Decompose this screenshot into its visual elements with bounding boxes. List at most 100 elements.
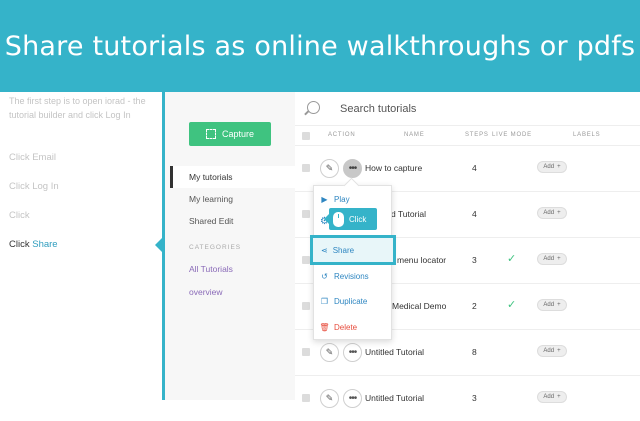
tutorial-steps: 3 [472,393,477,403]
pencil-icon: ✎ [325,347,334,357]
more-options-button[interactable]: ••• [343,343,362,362]
row-checkbox[interactable] [302,302,310,310]
sidebar-item-my-tutorials[interactable]: My tutorials [170,166,295,188]
click-tooltip: Click [324,208,377,230]
plus-icon: + [557,256,561,262]
ellipsis-icon: ••• [348,162,357,174]
add-label-text: Add [543,348,555,354]
add-label-button[interactable]: Add + [537,207,567,219]
edit-button[interactable]: ✎ [320,159,339,178]
add-label-button[interactable]: Add + [537,391,567,403]
plus-icon: + [557,164,561,170]
tutorial-name[interactable]: Untitled Tutorial [365,347,424,357]
table-row: ✎ ••• Untitled Tutorial 3 Add + [295,375,640,421]
capture-icon [205,129,216,139]
column-header-steps: STEPS [465,132,489,138]
add-label-button[interactable]: Add + [537,299,567,311]
column-header-live-mode: LIVE MODE [492,132,532,138]
promo-banner: Share tutorials as online walkthroughs o… [0,0,640,92]
plus-icon: + [557,348,561,354]
menu-item-play[interactable]: ▶ Play [320,191,350,207]
menu-item-delete[interactable]: 🗑 Delete [319,319,358,335]
menu-item-share[interactable]: ⋖ Share [310,235,396,265]
edit-button[interactable]: ✎ [320,389,339,408]
tutorial-name[interactable]: d Tutorial [391,209,426,219]
add-label-text: Add [543,394,555,400]
instruction-step-email[interactable]: Click Email [9,152,56,163]
instruction-step-click[interactable]: Click [9,210,30,221]
add-label-text: Add [543,164,555,170]
tutorial-steps: 8 [472,347,477,357]
search-input[interactable] [340,100,620,118]
ellipsis-icon: ••• [348,392,357,404]
menu-item-play-label: Play [334,194,350,204]
add-label-button[interactable]: Add + [537,345,567,357]
tutorial-steps: 4 [472,163,477,173]
sidebar-item-shared-edit[interactable]: Shared Edit [170,210,295,232]
tutorial-steps: 3 [472,255,477,265]
plus-icon: + [557,302,561,308]
sidebar: Capture My tutorials My learning Shared … [165,92,295,400]
tutorial-steps: 2 [472,301,477,311]
column-header-action: ACTION [328,132,356,138]
add-label-button[interactable]: Add + [537,161,567,173]
instruction-step-highlight: Share [32,239,58,250]
live-mode-check-icon: ✓ [507,299,517,311]
instruction-step-login[interactable]: Click Log In [9,181,59,192]
row-checkbox[interactable] [302,210,310,218]
click-tooltip-label: Click [349,214,367,224]
more-options-button[interactable]: ••• [343,159,362,178]
add-label-text: Add [543,256,555,262]
copy-icon: ❐ [320,296,329,306]
row-checkbox[interactable] [302,256,310,264]
select-all-checkbox[interactable] [302,132,310,140]
capture-label: Capture [221,129,255,139]
instruction-panel: The first step is to open iorad - the tu… [0,92,162,400]
add-label-text: Add [543,302,555,308]
banner-title: Share tutorials as online walkthroughs o… [4,30,636,62]
column-header-labels: LABELS [573,132,601,138]
menu-item-delete-label: Delete [334,322,358,332]
trash-icon: 🗑 [319,322,330,332]
instruction-step-share[interactable]: Click Share [9,239,58,250]
menu-item-revisions[interactable]: ↺ Revisions [320,268,369,284]
share-icon: ⋖ [321,245,328,255]
active-step-pointer [155,237,163,253]
tutorial-name[interactable]: menu locator [397,255,446,265]
row-checkbox[interactable] [302,394,310,402]
add-label-text: Add [543,210,555,216]
ellipsis-icon: ••• [348,346,357,358]
add-label-button[interactable]: Add + [537,253,567,265]
row-checkbox[interactable] [302,164,310,172]
tutorial-name[interactable]: Untitled Tutorial [365,393,424,403]
pencil-icon: ✎ [325,163,334,173]
more-options-button[interactable]: ••• [343,389,362,408]
categories-heading: CATEGORIES [189,244,242,251]
menu-item-duplicate[interactable]: ❐ Duplicate [320,293,367,309]
edit-button[interactable]: ✎ [320,343,339,362]
column-header-name: NAME [404,132,425,138]
tutorial-steps: 4 [472,209,477,219]
capture-button[interactable]: Capture [189,122,271,146]
mouse-icon [333,211,344,227]
plus-icon: + [557,210,561,216]
category-overview[interactable]: overview [189,287,223,297]
pencil-icon: ✎ [325,393,334,403]
play-icon: ▶ [321,194,328,204]
plus-icon: + [557,394,561,400]
menu-item-share-label: Share [332,245,355,255]
live-mode-check-icon: ✓ [507,253,517,265]
search-icon [307,101,320,114]
history-icon: ↺ [321,271,328,281]
row-checkbox[interactable] [302,348,310,356]
sidebar-item-my-learning[interactable]: My learning [170,188,295,210]
tutorial-name[interactable]: Medical Demo [392,301,446,311]
instruction-intro: The first step is to open iorad - the tu… [9,96,146,120]
menu-item-revisions-label: Revisions [334,271,369,281]
category-all-tutorials[interactable]: All Tutorials [189,264,233,274]
menu-item-duplicate-label: Duplicate [334,296,368,306]
search-bar [295,92,640,126]
instruction-step-prefix: Click [9,239,33,250]
tutorial-name[interactable]: How to capture [365,163,422,173]
app-window: Capture My tutorials My learning Shared … [165,92,640,408]
